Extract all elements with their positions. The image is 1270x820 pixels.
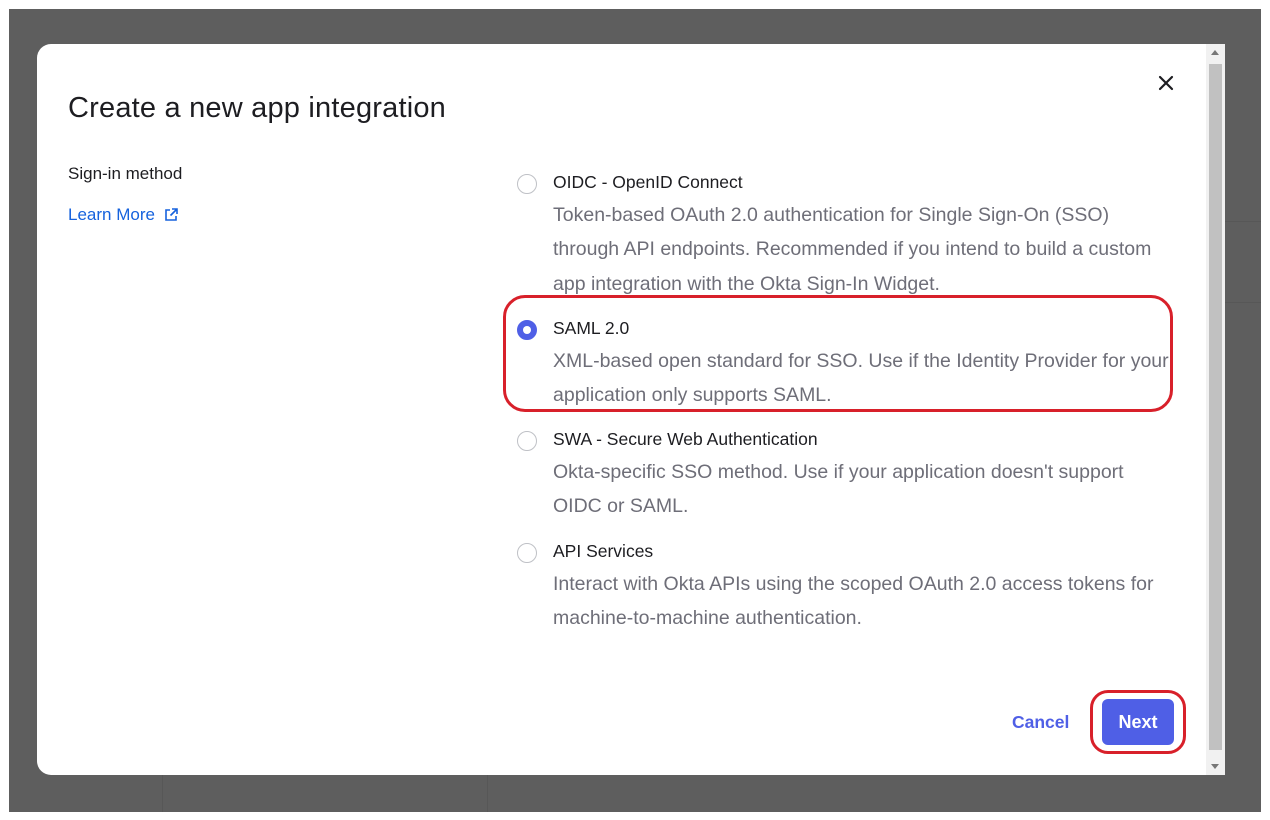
sign-in-method-label: Sign-in method	[68, 164, 183, 183]
option-label[interactable]: API Services	[553, 541, 653, 562]
background-divider	[1225, 302, 1261, 303]
scrollbar[interactable]	[1206, 44, 1225, 775]
option-description: Token-based OAuth 2.0 authentication for…	[553, 204, 1152, 295]
next-button[interactable]: Next	[1102, 699, 1174, 745]
close-icon[interactable]	[1154, 71, 1178, 95]
option-label[interactable]: OIDC - OpenID Connect	[553, 172, 743, 193]
scroll-down-icon[interactable]	[1211, 764, 1219, 769]
background-divider	[1225, 221, 1261, 222]
option-oidc[interactable]: OIDC - OpenID Connect Token-based OAuth …	[517, 172, 1177, 295]
external-link-icon	[165, 208, 178, 221]
scroll-up-icon[interactable]	[1211, 50, 1219, 55]
option-description: XML-based open standard for SSO. Use if …	[553, 350, 1169, 407]
option-description: Okta-specific SSO method. Use if your ap…	[553, 461, 1124, 518]
dialog-title: Create a new app integration	[68, 92, 447, 124]
radio-oidc[interactable]	[517, 174, 537, 194]
option-swa[interactable]: SWA - Secure Web Authentication Okta-spe…	[517, 429, 1177, 519]
option-saml[interactable]: SAML 2.0 XML-based open standard for SSO…	[517, 318, 1177, 408]
learn-more-label: Learn More	[68, 205, 155, 224]
option-description: Interact with Okta APIs using the scoped…	[553, 573, 1154, 630]
option-label[interactable]: SWA - Secure Web Authentication	[553, 429, 818, 450]
learn-more-link[interactable]: Learn More	[68, 205, 179, 225]
radio-swa[interactable]	[517, 431, 537, 451]
radio-api-services[interactable]	[517, 543, 537, 563]
option-api-services[interactable]: API Services Interact with Okta APIs usi…	[517, 541, 1177, 631]
radio-saml[interactable]	[517, 320, 537, 340]
background-divider	[487, 775, 488, 812]
background-divider	[162, 775, 163, 812]
cancel-button[interactable]: Cancel	[1012, 712, 1069, 733]
backdrop: Create a new app integration Sign-in met…	[9, 9, 1261, 812]
option-label[interactable]: SAML 2.0	[553, 318, 629, 339]
scroll-thumb[interactable]	[1209, 64, 1222, 750]
app-integration-dialog: Create a new app integration Sign-in met…	[37, 44, 1225, 775]
